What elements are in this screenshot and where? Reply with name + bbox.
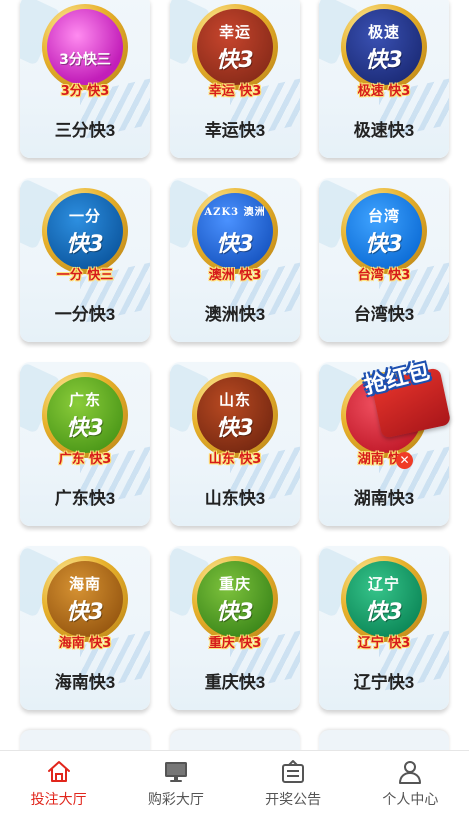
badge-caption: 幸运 快3 xyxy=(208,84,262,99)
badge-top-text: 海南 xyxy=(68,575,101,593)
game-name: 幸运快3 xyxy=(204,121,266,140)
game-name: 极速快3 xyxy=(353,121,415,140)
badge-top-text: 一分 xyxy=(68,207,101,225)
game-card[interactable]: 山东 快3 山东 快3 山东快3 xyxy=(170,362,300,526)
game-card[interactable]: 海南 快3 海南 快3 海南快3 xyxy=(20,546,150,710)
tab-personal-center[interactable]: 个人中心 xyxy=(352,751,469,816)
game-name: 湖南快3 xyxy=(353,489,415,508)
game-badge: 3分快三 xyxy=(42,4,128,90)
game-name: 海南快3 xyxy=(54,673,116,692)
badge-top-text: 广东 xyxy=(68,391,101,409)
game-name: 辽宁快3 xyxy=(353,673,415,692)
game-name: 重庆快3 xyxy=(204,673,266,692)
badge-caption: 广东 快3 xyxy=(58,452,112,467)
game-card[interactable]: 广东 快3 广东 快3 广东快3 xyxy=(20,362,150,526)
game-card[interactable]: 幸运 快3 幸运 快3 幸运快3 xyxy=(170,0,300,158)
badge-caption: 重庆 快3 xyxy=(208,636,262,651)
game-badge: 广东 快3 xyxy=(42,372,128,458)
badge-top-text: 极速 xyxy=(367,23,400,41)
tab-label: 购彩大厅 xyxy=(147,791,204,807)
tab-betting-hall[interactable]: 投注大厅 xyxy=(0,751,117,816)
badge-top-text: 台湾 xyxy=(367,207,400,225)
badge-main-text: 快3 xyxy=(216,232,254,257)
badge-caption: 湖南 快3 xyxy=(357,452,411,467)
badge-caption: 辽宁 快3 xyxy=(357,636,411,651)
badge-main-text: 快3 xyxy=(216,600,254,625)
game-badge: 极速 快3 xyxy=(341,4,427,90)
tab-label: 个人中心 xyxy=(382,791,439,807)
game-name: 澳洲快3 xyxy=(204,305,266,324)
badge-caption: 3分 快3 xyxy=(60,84,110,99)
badge-main-text: 3分快三 xyxy=(59,52,111,68)
game-name: 广东快3 xyxy=(54,489,116,508)
game-name: 台湾快3 xyxy=(353,305,415,324)
game-name: 三分快3 xyxy=(54,121,116,140)
badge-main-text: 快3 xyxy=(216,416,254,441)
game-badge: 山东 快3 xyxy=(192,372,278,458)
game-badge: 一分 快3 xyxy=(42,188,128,274)
game-badge: AZK3 澳洲 快3 xyxy=(192,188,278,274)
game-badge: 幸运 快3 xyxy=(192,4,278,90)
page: 3分快三 3分 快3 三分快3 幸运 快3 幸运 快3 幸运快3 极速 快3 极… xyxy=(0,0,469,816)
game-card[interactable]: 台湾 快3 台湾 快3 台湾快3 xyxy=(319,178,449,342)
badge-caption: 一分 快三 xyxy=(56,268,114,283)
badge-top-text: AZK3 澳洲 xyxy=(204,207,266,218)
announcement-icon xyxy=(282,760,305,783)
game-card[interactable]: 辽宁 快3 辽宁 快3 辽宁快3 xyxy=(319,546,449,710)
badge-top-text: 幸运 xyxy=(218,23,251,41)
bottom-tab-bar: 投注大厅 购彩大厅 开奖公告 个人中心 xyxy=(0,750,469,816)
monitor-icon xyxy=(164,762,187,782)
badge-caption: 海南 快3 xyxy=(58,636,112,651)
badge-top-text: 辽宁 xyxy=(367,575,400,593)
badge-main-text: 快3 xyxy=(365,232,403,257)
tab-label: 投注大厅 xyxy=(30,791,87,807)
tab-label: 开奖公告 xyxy=(265,791,322,807)
tab-lottery-hall[interactable]: 购彩大厅 xyxy=(117,751,234,816)
badge-caption: 极速 快3 xyxy=(357,84,411,99)
game-card[interactable]: 3分快三 3分 快3 三分快3 xyxy=(20,0,150,158)
game-badge: 重庆 快3 xyxy=(192,556,278,642)
badge-caption: 台湾 快3 xyxy=(357,268,411,283)
game-badge: 海南 快3 xyxy=(42,556,128,642)
badge-main-text: 快3 xyxy=(66,232,104,257)
badge-main-text: 快3 xyxy=(66,416,104,441)
game-card[interactable]: 一分 快3 一分 快三 一分快3 xyxy=(20,178,150,342)
game-grid: 3分快三 3分 快3 三分快3 幸运 快3 幸运 快3 幸运快3 极速 快3 极… xyxy=(0,0,469,760)
badge-top-text: 重庆 xyxy=(218,575,251,593)
close-icon[interactable]: ✕ xyxy=(396,452,413,469)
game-card[interactable]: AZK3 澳洲 快3 澳洲 快3 澳洲快3 xyxy=(170,178,300,342)
tab-draw-announcements[interactable]: 开奖公告 xyxy=(235,751,352,816)
game-name: 山东快3 xyxy=(204,489,266,508)
badge-main-text: 快3 xyxy=(216,48,254,73)
badge-main-text: 快3 xyxy=(365,48,403,73)
badge-main-text: 快3 xyxy=(365,600,403,625)
badge-caption: 山东 快3 xyxy=(208,452,262,467)
game-name: 一分快3 xyxy=(54,305,116,324)
red-envelope-promo[interactable]: 抢红包 ✕ xyxy=(358,356,454,469)
game-badge: 台湾 快3 xyxy=(341,188,427,274)
badge-caption: 澳洲 快3 xyxy=(208,268,262,283)
badge-top-text: 山东 xyxy=(218,391,251,409)
user-icon xyxy=(399,761,422,784)
home-icon xyxy=(47,761,70,782)
game-badge: 辽宁 快3 xyxy=(341,556,427,642)
game-card[interactable]: 重庆 快3 重庆 快3 重庆快3 xyxy=(170,546,300,710)
game-card[interactable]: 极速 快3 极速 快3 极速快3 xyxy=(319,0,449,158)
badge-main-text: 快3 xyxy=(66,600,104,625)
